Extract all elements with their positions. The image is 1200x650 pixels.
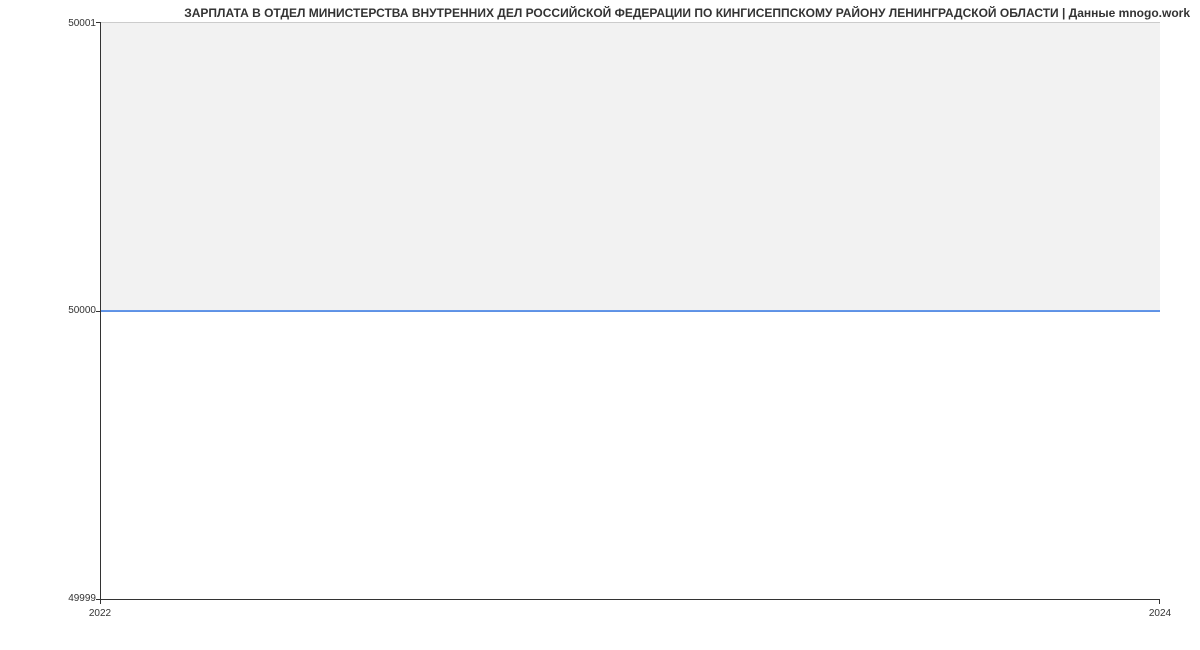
x-tick-label: 2022 xyxy=(70,608,130,619)
chart-title: ЗАРПЛАТА В ОТДЕЛ МИНИСТЕРСТВА ВНУТРЕННИХ… xyxy=(0,6,1190,20)
x-tick-label: 2024 xyxy=(1130,608,1190,619)
data-line-salary xyxy=(101,310,1160,312)
y-tick-label: 50000 xyxy=(46,306,96,316)
grid-line xyxy=(101,22,1160,23)
grid-band xyxy=(101,22,1160,311)
plot-area xyxy=(100,22,1160,600)
x-tick-mark xyxy=(100,600,101,604)
x-tick-mark xyxy=(1159,600,1160,604)
y-tick-label: 50001 xyxy=(46,19,96,29)
y-tick-label: 49999 xyxy=(46,594,96,604)
